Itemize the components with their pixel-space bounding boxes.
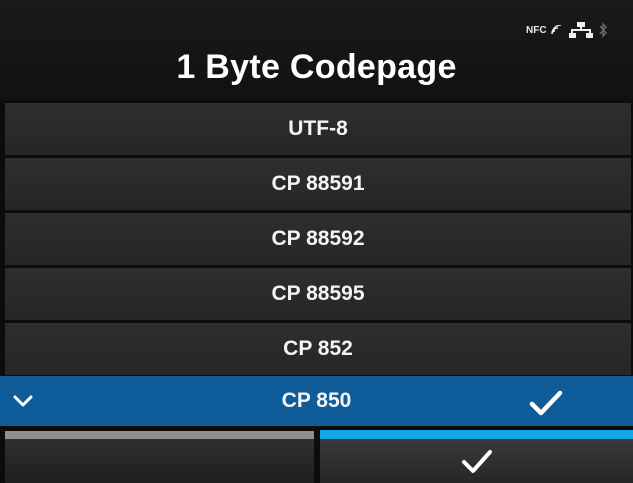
list-item[interactable]: CP 88595 [5,268,631,320]
list-item[interactable]: CP 88592 [5,213,631,265]
bluetooth-icon [599,22,607,38]
header: 1 Byte Codepage NFC [0,0,633,100]
left-softkey-button[interactable] [5,439,314,483]
right-softkey-indicator [320,430,633,439]
page-title: 1 Byte Codepage [176,48,457,86]
list-item[interactable]: CP 88591 [5,158,631,210]
list-item-label: CP 88595 [271,282,365,305]
check-icon [461,450,492,473]
nfc-icon [550,25,561,35]
confirm-button[interactable] [320,439,633,483]
screen: 1 Byte Codepage NFC UTF-8 CP 88591 CP 88… [0,0,633,483]
list-item-label: CP 850 [281,389,352,412]
nfc-label: NFC [526,24,547,36]
list-item-label: CP 88592 [271,227,365,250]
check-icon [529,390,563,416]
status-icons: NFC [526,22,607,38]
list-item[interactable]: CP 852 [5,323,631,375]
list-item-label: UTF-8 [288,117,348,140]
lan-icon [568,22,593,38]
list-item[interactable]: UTF-8 [5,103,631,155]
left-softkey-indicator [5,431,314,439]
list-item-label: CP 88591 [271,172,365,195]
list-item-selected[interactable]: CP 850 [0,376,633,426]
chevron-down-icon [13,395,33,407]
list-item-label: CP 852 [283,337,353,360]
